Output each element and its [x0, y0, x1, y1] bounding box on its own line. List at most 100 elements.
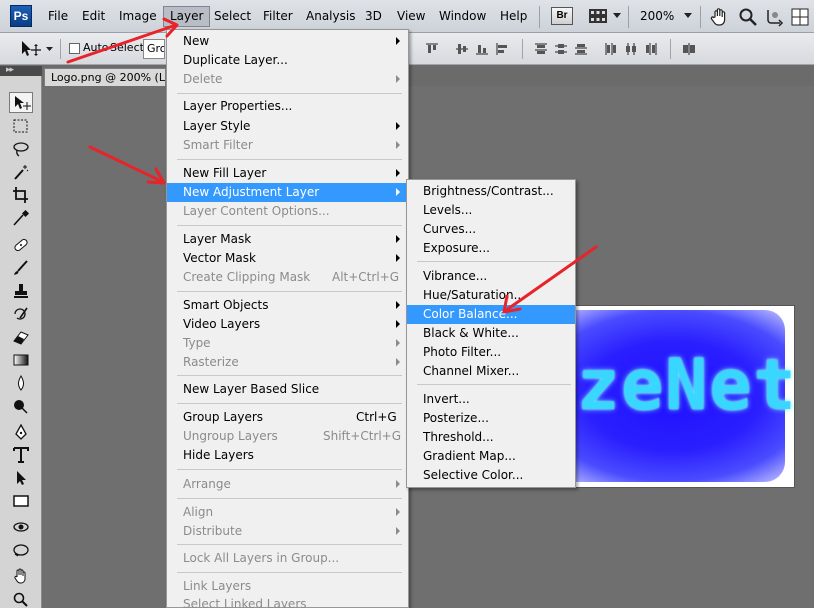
distribute-bottom-icon[interactable] — [573, 41, 589, 57]
shape-tool[interactable] — [9, 491, 33, 512]
magic-wand-tool[interactable] — [9, 162, 33, 183]
align-left-icon[interactable] — [494, 41, 510, 57]
layer-menu-item[interactable]: Layer Content Options... — [167, 202, 408, 221]
layer-menu-item[interactable]: Lock All Layers in Group... — [167, 549, 408, 568]
distribute-hcenter-icon[interactable] — [623, 41, 639, 57]
layer-menu-item[interactable]: Hide Layers — [167, 446, 408, 465]
history-brush-tool[interactable] — [9, 304, 33, 325]
layer-menu-item-new-adjustment-layer[interactable]: New Adjustment Layer — [167, 183, 408, 202]
auto-align-icon[interactable] — [681, 41, 697, 57]
chevron-down-icon[interactable] — [684, 13, 692, 19]
adjustment-menu-item[interactable]: Gradient Map... — [407, 447, 575, 466]
menu-help[interactable]: Help — [494, 6, 533, 27]
layer-menu-item[interactable]: Duplicate Layer... — [167, 51, 408, 70]
layer-menu-item[interactable]: New — [167, 32, 408, 51]
lasso-tool[interactable] — [9, 139, 33, 160]
distribute-right-icon[interactable] — [643, 41, 659, 57]
gradient-tool[interactable] — [9, 350, 33, 371]
layer-menu-item[interactable]: Layer Style — [167, 117, 408, 136]
layer-menu-item[interactable]: Select Linked Layers — [167, 595, 408, 608]
crop-tool[interactable] — [9, 185, 33, 206]
distribute-left-icon[interactable] — [603, 41, 619, 57]
layer-menu-item[interactable]: Smart Filter — [167, 136, 408, 155]
menu-3d[interactable]: 3D — [359, 6, 388, 27]
bridge-button[interactable]: Br — [551, 7, 573, 25]
menu-edit[interactable]: Edit — [76, 6, 111, 27]
distribute-vcenter-icon[interactable] — [553, 41, 569, 57]
layer-menu-item[interactable]: New Layer Based Slice — [167, 380, 408, 399]
zoom-icon[interactable] — [737, 6, 759, 28]
chevron-down-icon[interactable] — [46, 47, 53, 52]
layer-menu-item[interactable]: Rasterize — [167, 353, 408, 372]
adjustment-menu-item[interactable]: Curves... — [407, 220, 575, 239]
marquee-tool[interactable] — [9, 116, 33, 137]
layer-menu-item[interactable]: Align — [167, 503, 408, 522]
layer-menu-item[interactable]: Ungroup Layers Shift+Ctrl+G — [167, 427, 408, 446]
menu-select[interactable]: Select — [208, 6, 257, 27]
document-tab[interactable]: Logo.png @ 200% (La — [44, 68, 166, 86]
move-tool[interactable] — [9, 92, 33, 113]
layer-menu-item[interactable]: Video Layers — [167, 315, 408, 334]
arrange-icon[interactable] — [789, 6, 811, 28]
menu-image[interactable]: Image — [113, 6, 163, 27]
zoom-tool[interactable] — [9, 589, 33, 608]
layer-menu-item[interactable]: Vector Mask — [167, 249, 408, 268]
distribute-top-icon[interactable] — [533, 41, 549, 57]
healing-brush-tool[interactable] — [9, 235, 33, 256]
pen-tool[interactable] — [9, 422, 33, 443]
rotate-view-icon[interactable] — [763, 6, 785, 28]
adjustment-menu-item[interactable]: Invert... — [407, 390, 575, 409]
layer-menu-item[interactable]: Smart Objects — [167, 296, 408, 315]
adjustment-menu-item[interactable]: Selective Color... — [407, 466, 575, 485]
blur-tool[interactable] — [9, 373, 33, 394]
align-vcenter-icon[interactable] — [454, 41, 470, 57]
layer-menu-item[interactable]: New Fill Layer — [167, 164, 408, 183]
path-selection-tool[interactable] — [9, 468, 33, 489]
adjustment-menu-item[interactable]: Vibrance... — [407, 267, 575, 286]
3d-orbit-tool[interactable] — [9, 540, 33, 561]
align-bottom-icon[interactable] — [474, 41, 490, 57]
adjustment-menu-item[interactable]: Black & White... — [407, 324, 575, 343]
layer-menu-item[interactable]: Distribute — [167, 522, 408, 541]
menu-analysis[interactable]: Analysis — [300, 6, 361, 27]
menu-window[interactable]: Window — [433, 6, 492, 27]
layer-menu-item[interactable]: Layer Properties... — [167, 97, 408, 116]
move-tool-icon[interactable] — [18, 39, 44, 59]
zoom-level-select[interactable]: 200% — [640, 6, 674, 27]
adjustment-menu-item[interactable]: Channel Mixer... — [407, 362, 575, 381]
adjustment-menu-item[interactable]: Levels... — [407, 201, 575, 220]
adjustment-menu-item[interactable]: Hue/Saturation... — [407, 286, 575, 305]
adjustment-menu-item[interactable]: Posterize... — [407, 409, 575, 428]
eyedropper-tool[interactable] — [9, 208, 33, 229]
clone-stamp-tool[interactable] — [9, 281, 33, 302]
collapse-panel-icon[interactable]: ▸▸ — [6, 65, 14, 75]
menu-file[interactable]: File — [42, 6, 74, 27]
adjustment-menu-item-color-balance[interactable]: Color Balance... — [407, 305, 575, 324]
layer-menu-item[interactable]: Group Layers Ctrl+G — [167, 408, 408, 427]
auto-select-dropdown[interactable]: Group — [143, 39, 165, 59]
tools-panel-header[interactable]: ▸▸ — [0, 65, 42, 76]
auto-select-checkbox[interactable] — [69, 43, 80, 54]
adjustment-menu-item[interactable]: Threshold... — [407, 428, 575, 447]
adjustment-menu-item[interactable]: Exposure... — [407, 239, 575, 258]
photoshop-logo[interactable]: Ps — [10, 5, 32, 27]
adjustment-menu-item[interactable]: Brightness/Contrast... — [407, 182, 575, 201]
3d-rotate-tool[interactable] — [9, 517, 33, 538]
canvas-image[interactable]: zeNet — [575, 306, 794, 487]
layer-menu-item[interactable]: Layer Mask — [167, 230, 408, 249]
hand-icon[interactable] — [709, 6, 731, 28]
film-icon[interactable] — [588, 8, 608, 24]
layer-menu-item[interactable]: Delete — [167, 70, 408, 89]
menu-filter[interactable]: Filter — [257, 6, 299, 27]
brush-tool[interactable] — [9, 258, 33, 279]
layer-menu-item[interactable]: Type — [167, 334, 408, 353]
type-tool[interactable] — [9, 445, 33, 466]
menu-layer[interactable]: Layer — [163, 6, 211, 27]
chevron-down-icon[interactable] — [613, 13, 621, 19]
layer-menu-item[interactable]: Arrange — [167, 475, 408, 494]
align-top-icon[interactable] — [424, 41, 440, 57]
layer-menu-item[interactable]: Create Clipping Mask Alt+Ctrl+G — [167, 268, 408, 287]
eraser-tool[interactable] — [9, 327, 33, 348]
layer-menu-item[interactable]: Link Layers — [167, 577, 408, 596]
adjustment-menu-item[interactable]: Photo Filter... — [407, 343, 575, 362]
